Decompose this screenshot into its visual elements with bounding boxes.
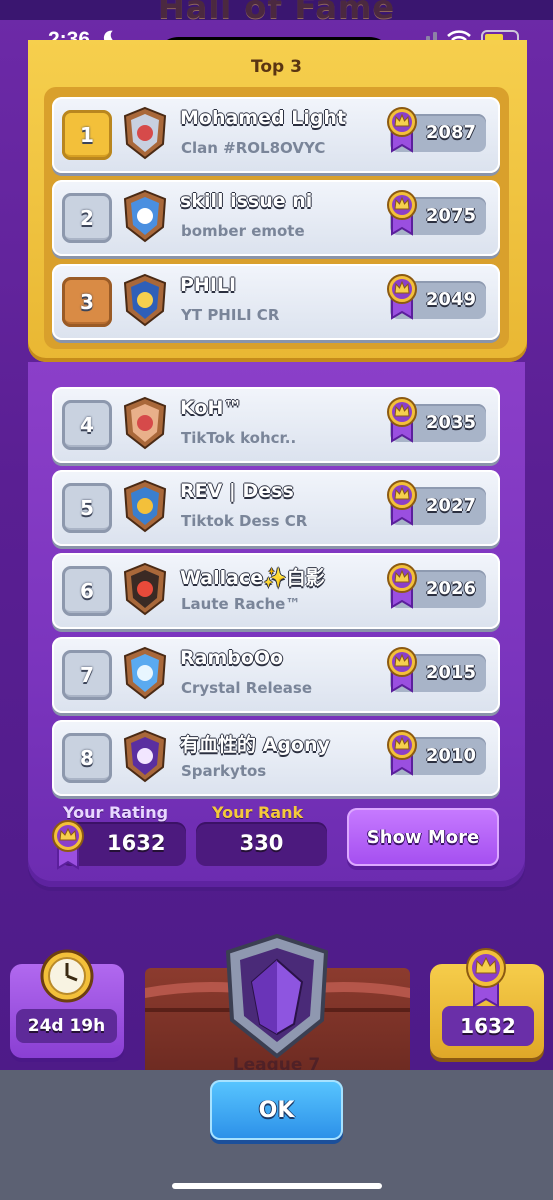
player-clan: Crystal Release (181, 679, 313, 697)
spark-clan-badge-icon (123, 729, 167, 783)
clock-icon (40, 949, 94, 1003)
show-more-button[interactable]: Show More (347, 808, 499, 866)
leaderboard-row[interactable]: 3 PHILI YT PHILI CR 2049 (52, 264, 500, 340)
player-name: KoH™ (180, 397, 243, 419)
trophy-count: 2035 (425, 412, 476, 433)
leaderboard-row[interactable]: 2 skill issue ni bomber emote 2075 (52, 180, 500, 256)
crown-medal-icon (52, 820, 84, 870)
league-badge-icon (225, 933, 329, 1059)
player-clan: Laute Rache™ (181, 595, 301, 613)
player-clan: Clan #ROL8OVYC (181, 139, 326, 157)
trophy-count: 2010 (425, 745, 476, 766)
crown-medal-icon (387, 563, 417, 609)
dynamite-clan-badge-icon (123, 106, 167, 160)
your-rank-value: 330 (239, 831, 284, 855)
player-name: PHILI (180, 274, 237, 296)
rank-number: 3 (62, 277, 112, 327)
star-clan-badge-icon (123, 273, 167, 327)
trophy-count: 2026 (425, 578, 476, 599)
rank-number: 2 (62, 193, 112, 243)
rank-number: 8 (62, 733, 112, 783)
heart-clan-badge-icon (123, 189, 167, 243)
player-name: Wallace✨白影 (180, 567, 325, 589)
player-clan: bomber emote (181, 222, 305, 240)
rank-number: 1 (62, 110, 112, 160)
ok-button[interactable]: OK (210, 1080, 343, 1140)
crown-medal-icon (387, 190, 417, 236)
crown-medal-icon (387, 647, 417, 693)
fan-clan-badge-icon (123, 396, 167, 450)
crystal-clan-badge-icon (123, 646, 167, 700)
trophy-count: 2015 (425, 662, 476, 683)
helmet-clan-badge-icon (123, 479, 167, 533)
crown-medal-icon (387, 480, 417, 526)
player-name: Mohamed Light (180, 107, 347, 129)
home-indicator[interactable] (172, 1183, 382, 1189)
season-time-left: 24d 19h (16, 1009, 117, 1043)
leaderboard-row[interactable]: 8 有血性的 Agony Sparkytos 2010 (52, 720, 500, 796)
crown-medal-icon (466, 948, 506, 1008)
leaderboard-row[interactable]: 7 RamboOo Crystal Release 2015 (52, 637, 500, 713)
rank-number: 4 (62, 400, 112, 450)
leaderboard-row[interactable]: 4 KoH™ TikTok kohcr.. 2035 (52, 387, 500, 463)
rank-number: 5 (62, 483, 112, 533)
player-clan: TikTok kohcr.. (181, 429, 297, 447)
player-clan: Sparkytos (181, 762, 267, 780)
player-clan: Tiktok Dess CR (181, 512, 308, 530)
diamond-clan-badge-icon (123, 562, 167, 616)
your-rating-value: 1632 (107, 831, 166, 855)
crown-medal-icon (387, 397, 417, 443)
top3-title: Top 3 (251, 57, 302, 77)
trophy-count: 2049 (425, 289, 476, 310)
player-clan: YT PHILI CR (181, 306, 280, 324)
trophy-count: 2027 (425, 495, 476, 516)
your-rank-pill: 330 (196, 822, 327, 866)
trophy-count: 2075 (425, 205, 476, 226)
rank-number: 6 (62, 566, 112, 616)
player-name: 有血性的 Agony (180, 734, 330, 756)
crown-medal-icon (387, 274, 417, 320)
player-name: RamboOo (180, 647, 284, 669)
leaderboard-row[interactable]: 1 Mohamed Light Clan #ROL8OVYC 2087 (52, 97, 500, 173)
leaderboard-row[interactable]: 5 REV | Dess Tiktok Dess CR 2027 (52, 470, 500, 546)
player-name: REV | Dess (180, 480, 294, 502)
trophy-count: 2087 (425, 122, 476, 143)
rank-number: 7 (62, 650, 112, 700)
your-rank-label: Your Rank (212, 803, 304, 822)
player-name: skill issue ni (180, 190, 313, 212)
crown-medal-icon (387, 730, 417, 776)
trophy-card-value: 1632 (442, 1006, 534, 1046)
crown-medal-icon (387, 107, 417, 153)
leaderboard-row[interactable]: 6 Wallace✨白影 Laute Rache™ 2026 (52, 553, 500, 629)
